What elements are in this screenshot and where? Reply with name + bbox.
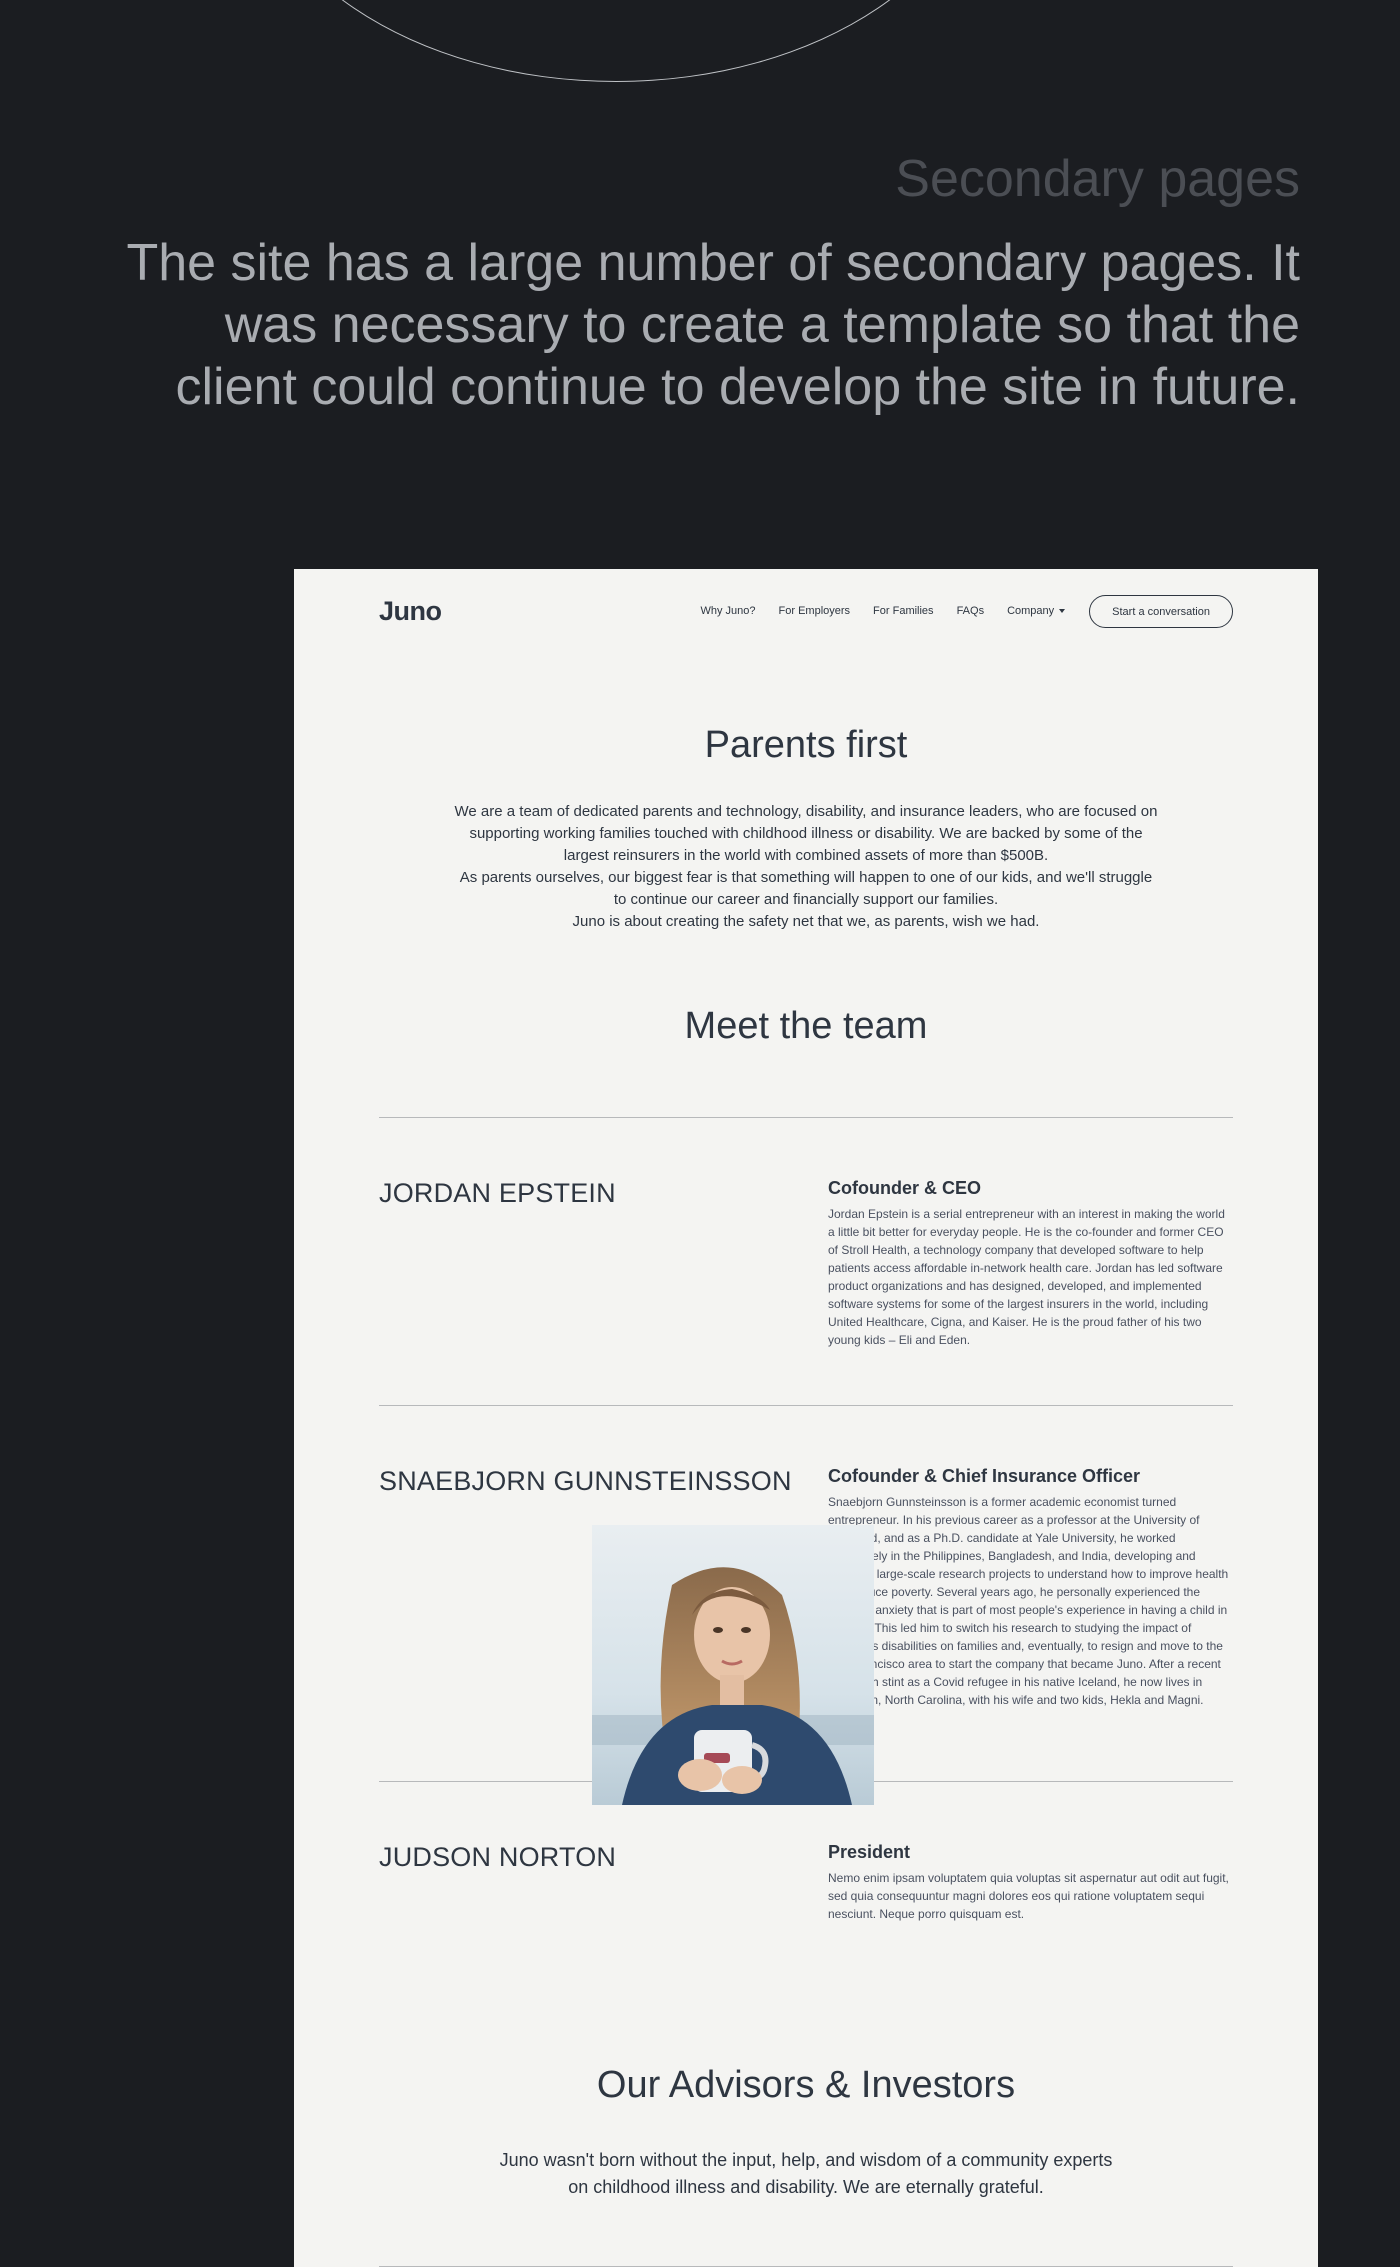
- member-role: Cofounder & CEO: [828, 1178, 981, 1198]
- team-title: Meet the team: [684, 1005, 928, 1047]
- nav-link-for-families[interactable]: For Families: [873, 605, 934, 617]
- divider: [379, 1117, 1233, 1118]
- nav-link-company[interactable]: Company: [1007, 605, 1066, 617]
- divider: [379, 1405, 1233, 1406]
- member-name[interactable]: SNAEBJORN GUNNSTEINSSON: [379, 1466, 792, 1497]
- nav-link-faqs[interactable]: FAQs: [957, 605, 985, 617]
- member-bio: Nemo enim ipsam voluptatem quia voluptas…: [828, 1871, 1229, 1921]
- member-bio: Jordan Epstein is a serial entrepreneur …: [828, 1207, 1225, 1347]
- parents-title: Parents first: [704, 724, 908, 766]
- start-conversation-button[interactable]: Start a conversation: [1089, 594, 1233, 628]
- website-page-mockup: Juno Why Juno? For Employers For Familie…: [294, 569, 1318, 2267]
- nav-link-for-employers[interactable]: For Employers: [779, 605, 851, 617]
- nav-link-company-label: Company: [1007, 605, 1055, 617]
- member-hover-photo: [592, 1525, 874, 1805]
- parents-paragraph: Juno is about creating the safety net th…: [572, 913, 1040, 930]
- member-role: Cofounder & Chief Insurance Officer: [828, 1466, 1141, 1486]
- member-role: President: [828, 1842, 911, 1862]
- logo[interactable]: Juno: [379, 596, 442, 627]
- member-name[interactable]: JUDSON NORTON: [379, 1842, 616, 1873]
- decorative-arc: [245, 0, 987, 82]
- advisors-title: Our Advisors & Investors: [596, 2064, 1016, 2106]
- member-name[interactable]: JORDAN EPSTEIN: [379, 1178, 616, 1209]
- advisors-text: Juno wasn't born without the input, help…: [499, 2150, 1113, 2197]
- intro-title: Secondary pages: [895, 150, 1300, 208]
- member-info: President Nemo enim ipsam voluptatem qui…: [828, 1842, 1233, 1923]
- woman-with-mug-photo: [592, 1525, 874, 1805]
- navbar: Juno Why Juno? For Employers For Familie…: [379, 593, 1233, 629]
- caret-down-icon: [1059, 609, 1066, 614]
- nav-links: Why Juno? For Employers For Families FAQ…: [700, 605, 1066, 617]
- member-info: Cofounder & CEO Jordan Epstein is a seri…: [828, 1178, 1233, 1349]
- intro-text: The site has a large number of secondary…: [126, 234, 1300, 416]
- parents-text: We are a team of dedicated parents and t…: [454, 801, 1158, 933]
- nav-link-why-juno[interactable]: Why Juno?: [700, 605, 755, 617]
- member-bio: Snaebjorn Gunnsteinsson is a former acad…: [828, 1495, 1229, 1707]
- parents-paragraph: We are a team of dedicated parents and t…: [454, 803, 1158, 864]
- member-info: Cofounder & Chief Insurance Officer Snae…: [828, 1466, 1233, 1709]
- parents-paragraph: As parents ourselves, our biggest fear i…: [459, 869, 1153, 908]
